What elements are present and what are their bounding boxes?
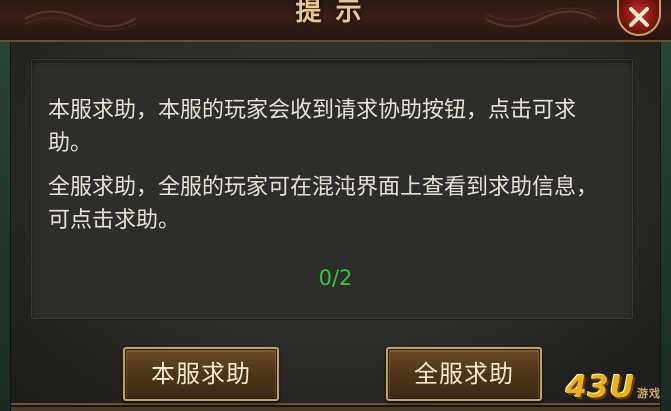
site-watermark-logo: 43U 游戏 (566, 370, 661, 405)
watermark-suffix: 游戏 (637, 387, 661, 400)
dialog-titlebar: 提示 (0, 0, 671, 42)
dialog-title: 提示 (295, 0, 376, 27)
left-border-ornament (0, 40, 11, 411)
help-count: 0/2 (318, 266, 353, 290)
watermark-text: 43U (565, 370, 635, 405)
local-help-button[interactable]: 本服求助 (123, 347, 279, 401)
all-server-help-button[interactable]: 全服求助 (386, 347, 542, 401)
local-help-description: 本服求助，本服的玩家会收到请求协助按钮，点击可求助。 (48, 98, 577, 156)
close-button[interactable] (617, 0, 661, 36)
right-border-ornament (660, 40, 671, 411)
close-x-icon (629, 7, 649, 27)
all-server-help-description: 全服求助，全服的玩家可在混沌界面上查看到求助信息，可点击求助。 (48, 175, 599, 233)
